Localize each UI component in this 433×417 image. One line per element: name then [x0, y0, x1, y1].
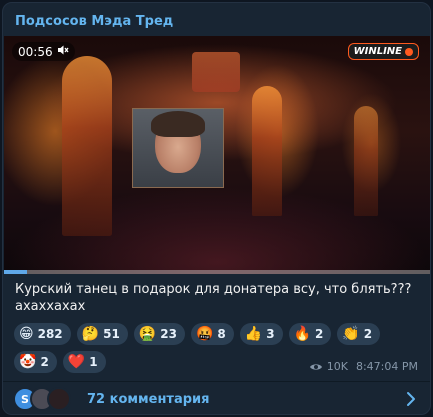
watermark-dot-icon [405, 47, 413, 56]
reaction-emoji-icon: 🤬 [195, 326, 214, 342]
stage-logo [192, 52, 240, 92]
video-progress-bar[interactable] [4, 270, 430, 274]
reaction-pill[interactable]: 🤡 2 [14, 351, 57, 373]
speaker-muted-icon[interactable] [57, 44, 69, 59]
reaction-pill[interactable]: 👏 2 [337, 323, 381, 345]
stage-pillar [354, 106, 378, 216]
views-count: 10K [326, 360, 348, 373]
commenter-avatars: S [13, 387, 73, 411]
reaction-count: 3 [266, 327, 275, 341]
reaction-pill[interactable]: 👍 3 [239, 323, 283, 345]
reaction-count: 2 [40, 355, 49, 369]
reaction-pill[interactable]: ❤️ 1 [62, 351, 106, 373]
reaction-pill[interactable]: 😁 282 [14, 323, 71, 345]
post-caption: Курский танец в подарок для донатера всу… [15, 282, 412, 314]
video-duration-badge: 00:56 [12, 42, 75, 61]
stage-pillar [252, 86, 282, 216]
channel-name[interactable]: Подсосов Мэда Тред [15, 14, 173, 29]
watermark-text: WINLINE [353, 46, 402, 57]
reaction-emoji-icon: 👍 [244, 326, 263, 342]
post-time: 8:47:04 PM [355, 360, 418, 373]
reaction-count: 282 [37, 327, 63, 341]
streamer-hair [151, 111, 205, 137]
video-player[interactable]: 00:56 WINLINE [4, 36, 430, 274]
chevron-right-icon[interactable] [406, 391, 416, 407]
winline-watermark: WINLINE [347, 43, 419, 60]
comments-button[interactable]: S 72 комментария [3, 382, 430, 414]
reaction-pill[interactable]: 🤔 51 [76, 323, 128, 345]
reaction-count: 51 [103, 327, 120, 341]
reaction-pill[interactable]: 🤬 8 [190, 323, 234, 345]
reaction-emoji-icon: 🤮 [138, 326, 157, 342]
post-meta: 10K 8:47:04 PM [309, 360, 418, 373]
channel-post: Подсосов Мэда Тред 00:56 WINLINE Курский… [2, 2, 431, 415]
reaction-emoji-icon: 👏 [342, 326, 360, 342]
stage-pillar [62, 56, 112, 236]
eye-icon [309, 363, 322, 370]
reaction-emoji-icon: 🤡 [19, 354, 37, 370]
reaction-emoji-icon: 🔥 [293, 326, 311, 342]
comments-label[interactable]: 72 комментария [87, 392, 210, 407]
video-progress-fill [4, 270, 28, 274]
reaction-emoji-icon: 🤔 [81, 326, 100, 342]
views-counter: 10K [309, 360, 348, 373]
reaction-emoji-icon: 😁 [19, 326, 34, 342]
reaction-emoji-icon: ❤️ [67, 354, 86, 370]
reaction-count: 1 [89, 355, 98, 369]
stage-screen [132, 108, 224, 188]
reaction-count: 2 [363, 327, 373, 341]
commenter-avatar [47, 387, 71, 411]
reaction-count: 8 [217, 327, 226, 341]
video-duration: 00:56 [18, 44, 53, 59]
reaction-pill[interactable]: 🔥 2 [288, 323, 332, 345]
reaction-count: 23 [160, 327, 177, 341]
reaction-count: 2 [314, 327, 324, 341]
reaction-pill[interactable]: 🤮 23 [133, 323, 185, 345]
